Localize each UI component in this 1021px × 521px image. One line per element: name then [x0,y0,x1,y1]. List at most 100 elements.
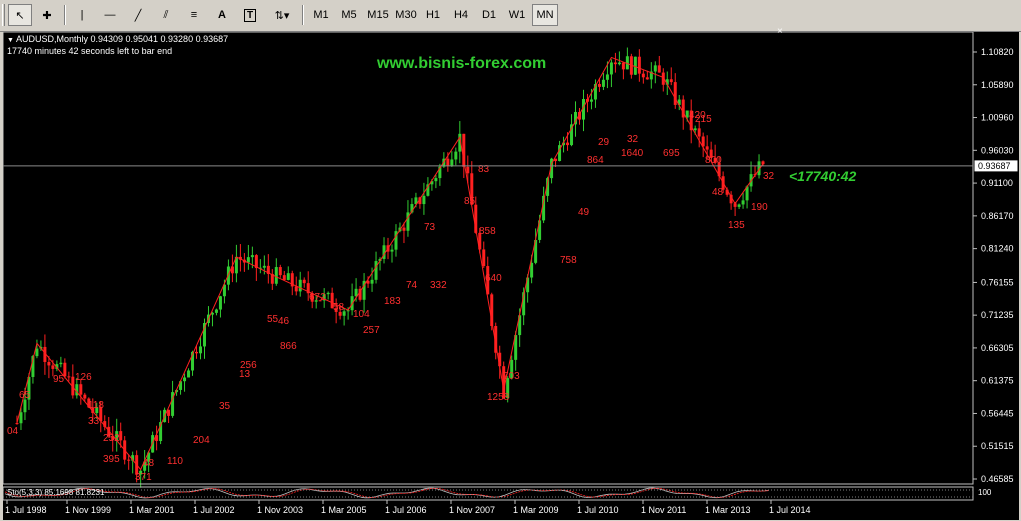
price-tick-label: 1.05890 [981,80,1014,90]
current-price-label: 0.93687 [978,161,1011,171]
zigzag-point-label: 85 [464,196,476,207]
bear-candle [127,459,131,461]
bull-candle [390,249,394,252]
zigzag-point-label: 215 [695,114,712,125]
crosshair-tool-button[interactable]: ✚ [35,4,59,26]
bear-candle [402,227,406,231]
cursor-tool-button[interactable]: ↖ [8,4,32,26]
fibonacci-tool-button[interactable]: ≡ [182,4,206,26]
bull-candle [450,159,454,166]
timeframe-h1-button[interactable]: H1 [420,4,446,26]
timeframe-h4-button[interactable]: H4 [448,4,474,26]
zigzag-point-label: 110 [167,456,183,467]
collapse-arrow-icon: ▼ [7,37,14,44]
bear-candle [278,267,282,276]
trendline-tool-button[interactable]: ╱ [126,4,150,26]
zigzag-point-label: 49 [578,207,590,218]
zigzag-point-label: 800 [705,155,722,166]
timeframe-m15-button[interactable]: M15 [364,4,392,26]
price-tick-label: 1.00960 [981,113,1014,123]
zigzag-point-label: 395 [103,454,120,465]
zigzag-point-label: 33 [88,416,100,427]
timeframe-label: M30 [395,9,417,21]
zigzag-point-label: 95 [53,374,65,385]
date-tick-label: 1 Mar 2005 [321,505,367,515]
website-watermark: www.bisnis-forex.com [377,55,547,72]
toolbar-separator [64,5,66,25]
text-label-tool-button[interactable]: T [238,4,262,26]
timeframe-d1-button[interactable]: D1 [476,4,502,26]
zigzag-point-label: 1258 [487,392,510,403]
bull-candle [617,62,621,65]
bear-candle [67,376,71,378]
zigzag-point-label: 32 [763,171,775,182]
bear-candle [637,56,641,74]
text-label-icon: T [243,8,257,22]
horizontal-line-tool-button[interactable]: — [98,4,122,26]
equidistant-channel-icon: ⫽ [163,8,169,21]
timeframe-m1-button[interactable]: M1 [308,4,334,26]
bear-candle [641,73,645,78]
zigzag-point-label: 104 [353,309,370,320]
arrows-tool-button[interactable]: ⇅▾ [266,4,298,26]
price-tick-label: 0.66305 [981,343,1014,353]
countdown-label: <17740:42 [789,168,857,184]
bull-candle [741,200,745,205]
chart-window[interactable]: 04 65 95 126 118 33 252 395 371 48 110 204 35 13 256 55… [3,26,1019,520]
date-tick-label: 1 Nov 2011 [641,505,686,515]
bear-candle [466,166,470,174]
zigzag-point-label: 183 [384,296,401,307]
bear-candle [51,365,55,369]
date-tick-label: 1 Nov 2003 [257,505,303,515]
zigzag-point-label: 73 [424,222,436,233]
text-tool-button[interactable]: A [210,4,234,26]
stochastic-scale: 100 [978,488,992,497]
zigzag-point-label: 257 [363,325,380,336]
date-tick-label: 1 Jul 2010 [577,505,619,515]
zigzag-point-label: 703 [503,371,520,382]
bear-candle [294,286,298,292]
vertical-line-tool-button[interactable]: | [70,4,94,26]
bear-candle [446,158,450,166]
price-tick-label: 0.91100 [981,178,1013,188]
price-tick-label: 0.51515 [981,441,1014,451]
price-tick-label: 0.46585 [981,474,1014,484]
zigzag-point-label: 55 [267,314,279,325]
price-tick-label: 0.81240 [981,244,1014,254]
toolbar-separator [302,5,304,25]
price-tick-label: 0.76155 [981,277,1014,287]
zigzag-point-label: 371 [135,472,152,483]
bull-candle [354,288,358,297]
bull-candle [262,265,266,268]
bear-candle [613,62,617,65]
timeframe-m5-button[interactable]: M5 [336,4,362,26]
chart-symbol-line: ▼ AUDUSD,Monthly 0.94309 0.95041 0.93280… [7,34,228,44]
zigzag-point-label: 48 [143,458,155,469]
bull-candle [454,151,458,160]
close-chart-icon[interactable]: × [777,26,783,37]
zigzag-point-label: 695 [663,148,680,159]
timeframe-mn-button[interactable]: MN [532,4,558,26]
zigzag-point-label: 58 [333,302,345,313]
date-tick-label: 1 Mar 2009 [513,505,559,515]
bull-candle [589,99,593,102]
bull-candle [218,296,222,310]
bear-candle [566,142,570,146]
bear-candle [621,62,625,70]
text-icon: A [218,9,226,21]
timeframe-label: M15 [367,9,389,21]
zigzag-point-label: 252 [103,433,120,444]
timeframe-m30-button[interactable]: M30 [392,4,420,26]
bull-candle [298,279,302,292]
bull-candle [286,273,290,280]
chart-canvas[interactable]: 046595 1261183325239537148 110204351325655… [3,32,1019,520]
zigzag-point-label: 858 [479,226,496,237]
date-tick-label: 1 Jul 1998 [5,505,47,515]
zigzag-line [16,56,764,471]
bear-candle [705,146,709,150]
bear-candle [47,361,51,366]
zigzag-point-label: 32 [627,134,639,145]
timeframe-label: MN [536,9,554,21]
timeframe-w1-button[interactable]: W1 [504,4,530,26]
equidistant-channel-tool-button[interactable]: ⫽ [154,4,178,26]
